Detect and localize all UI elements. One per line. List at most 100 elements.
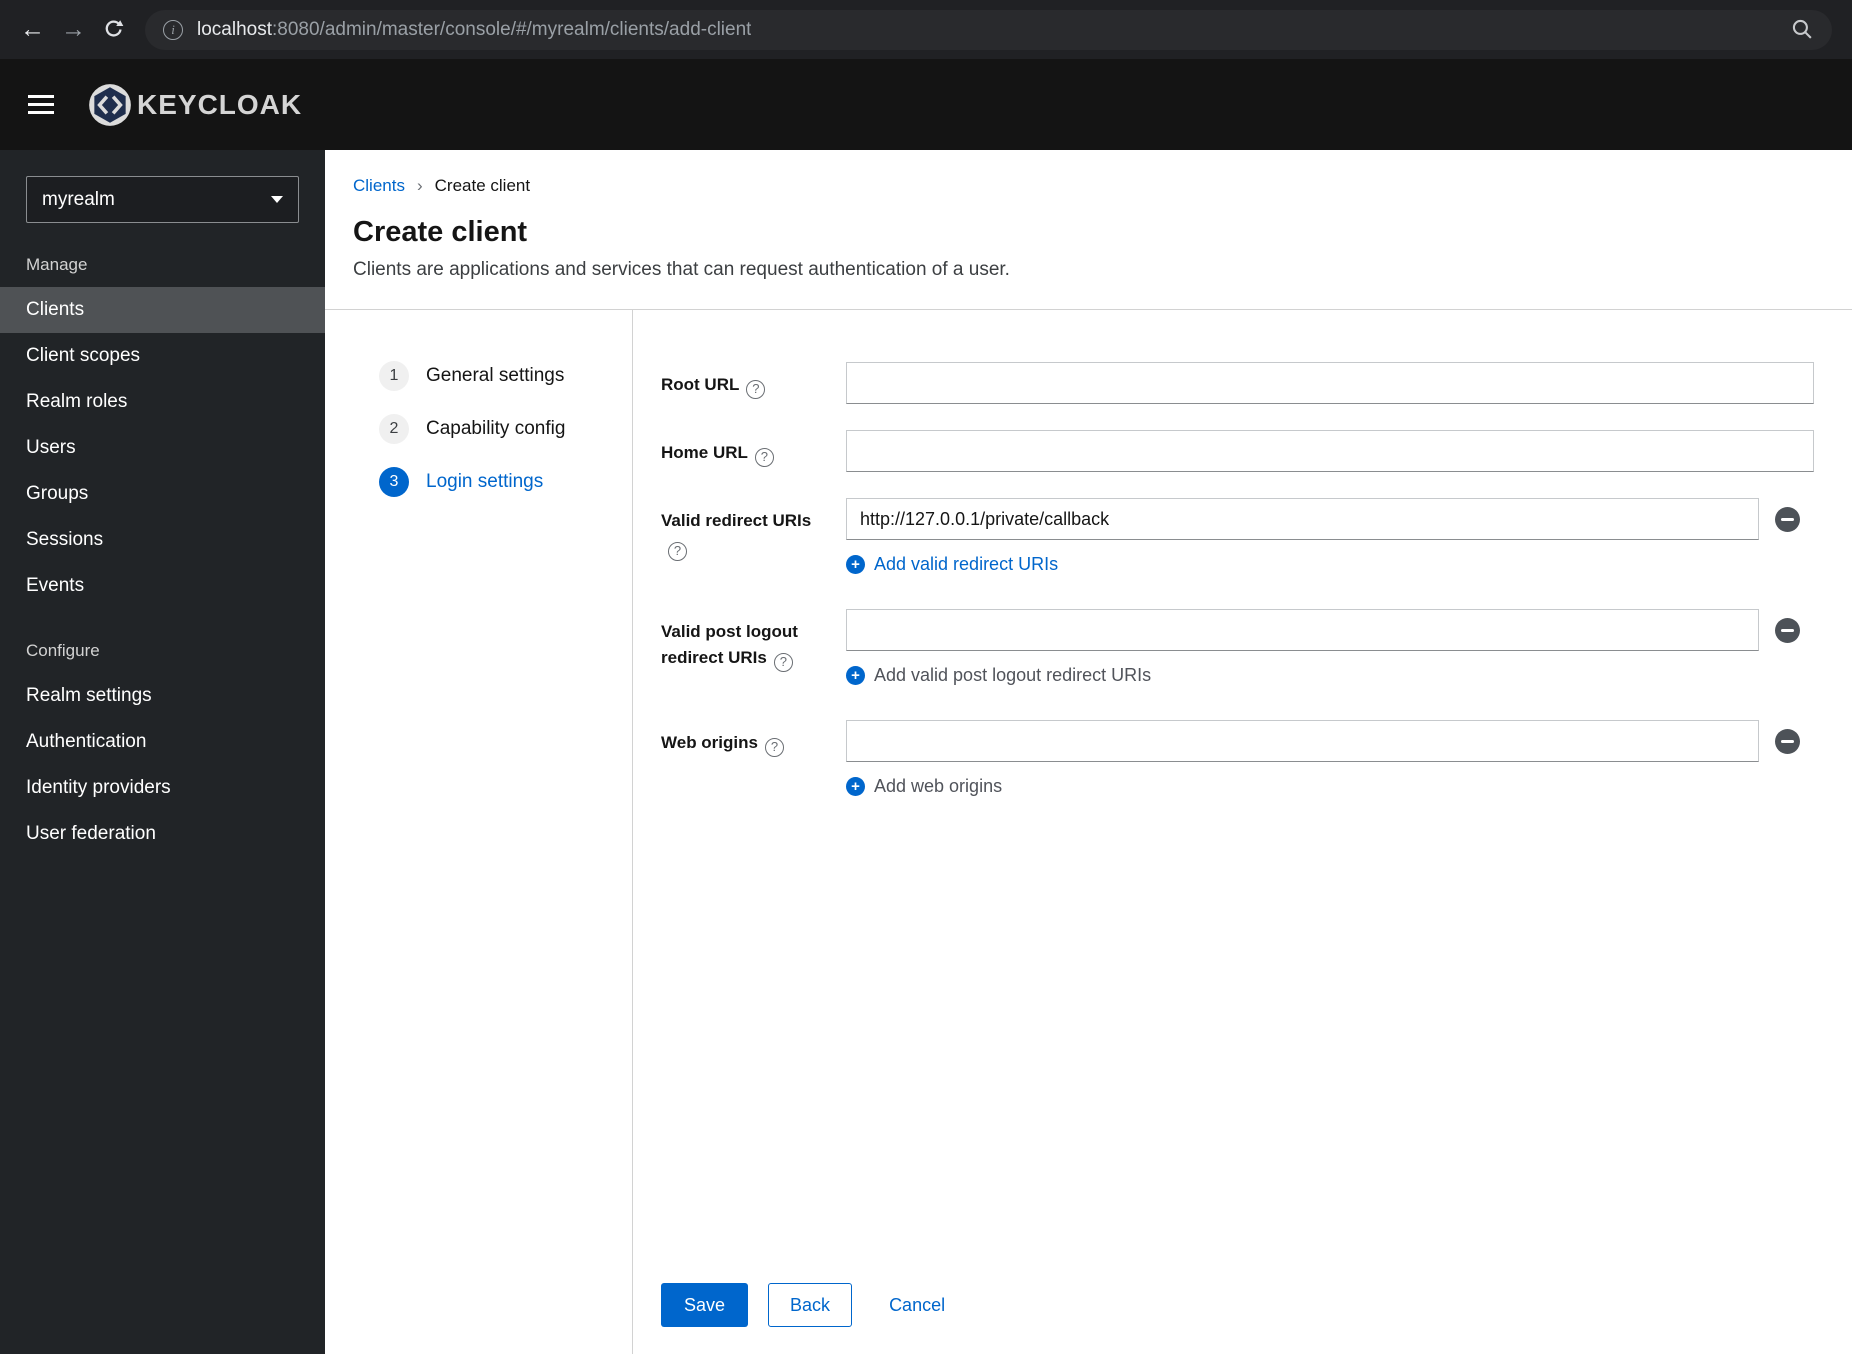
remove-web-origin-button[interactable] xyxy=(1775,728,1800,754)
add-web-origin-button[interactable]: + Add web origins xyxy=(846,776,1002,797)
sidebar-item-realm-roles[interactable]: Realm roles xyxy=(0,379,325,425)
save-button[interactable]: Save xyxy=(661,1283,749,1327)
root-url-input[interactable] xyxy=(846,362,1814,404)
root-url-label-text: Root URL xyxy=(661,375,740,394)
site-info-icon[interactable]: i xyxy=(163,19,183,40)
step-number: 1 xyxy=(379,361,409,391)
web-origins-label: Web origins? xyxy=(661,720,846,797)
wizard-body: 1 General settings 2 Capability config 3… xyxy=(325,310,1852,1354)
root-url-control xyxy=(846,362,1814,404)
browser-reload-icon[interactable] xyxy=(102,18,125,41)
web-origins-label-text: Web origins xyxy=(661,733,758,752)
plus-circle-icon: + xyxy=(846,555,865,574)
web-origin-input[interactable] xyxy=(846,720,1759,762)
add-post-logout-uri-button[interactable]: + Add valid post logout redirect URIs xyxy=(846,665,1151,686)
browser-chrome: ← → i localhost:8080/admin/master/consol… xyxy=(0,0,1852,59)
help-icon[interactable]: ? xyxy=(764,737,784,757)
hamburger-menu-icon[interactable] xyxy=(28,95,54,114)
home-url-label: Home URL? xyxy=(661,430,846,472)
sidebar-item-users[interactable]: Users xyxy=(0,425,325,471)
page-title: Create client xyxy=(353,216,528,248)
logo-text: KEYCLOAK xyxy=(137,88,303,120)
add-redirect-uri-label: Add valid redirect URIs xyxy=(874,554,1059,574)
url-text: localhost:8080/admin/master/console/#/my… xyxy=(197,19,751,41)
sidebar-item-authentication[interactable]: Authentication xyxy=(0,719,325,765)
form-row-redirect-uris: Valid redirect URIs? + Add valid redirec… xyxy=(661,498,1814,575)
home-url-control xyxy=(846,430,1814,472)
breadcrumb-clients-link[interactable]: Clients xyxy=(353,176,405,196)
browser-forward-icon[interactable]: → xyxy=(61,17,86,42)
post-logout-uris-label: Valid post logout redirect URIs? xyxy=(661,609,846,686)
redirect-uris-label: Valid redirect URIs? xyxy=(661,498,846,575)
sidebar-item-sessions[interactable]: Sessions xyxy=(0,517,325,563)
web-origins-control: + Add web origins xyxy=(846,720,1814,797)
step-number: 3 xyxy=(379,467,409,497)
sidebar-item-identity-providers[interactable]: Identity providers xyxy=(0,765,325,811)
step-label: Capability config xyxy=(426,418,566,439)
help-icon[interactable]: ? xyxy=(773,652,793,672)
post-logout-uri-row xyxy=(846,609,1814,651)
url-path: :8080/admin/master/console/#/myrealm/cli… xyxy=(272,18,752,40)
browser-back-icon[interactable]: ← xyxy=(20,17,45,42)
sidebar-item-groups[interactable]: Groups xyxy=(0,471,325,517)
sidebar-section-manage: Manage xyxy=(26,255,88,274)
wizard-step-capability-config[interactable]: 2 Capability config xyxy=(325,407,632,451)
page-header: Clients › Create client Create client Cl… xyxy=(325,150,1852,310)
help-icon[interactable]: ? xyxy=(668,541,687,561)
add-redirect-uri-button[interactable]: + Add valid redirect URIs xyxy=(846,554,1058,575)
home-url-input[interactable] xyxy=(846,430,1814,472)
step-label: Login settings xyxy=(426,471,544,492)
step-number: 2 xyxy=(379,414,409,444)
form-actions: Save Back Cancel xyxy=(661,1283,1814,1327)
back-button[interactable]: Back xyxy=(768,1283,853,1327)
post-logout-uris-control: + Add valid post logout redirect URIs xyxy=(846,609,1814,686)
realm-selector[interactable]: myrealm xyxy=(26,176,299,223)
plus-circle-icon: + xyxy=(846,777,865,796)
address-bar[interactable]: i localhost:8080/admin/master/console/#/… xyxy=(145,9,1832,50)
wizard-step-login-settings[interactable]: 3 Login settings xyxy=(325,460,632,504)
root-url-label: Root URL? xyxy=(661,362,846,404)
post-logout-uri-input[interactable] xyxy=(846,609,1759,651)
sidebar-item-client-scopes[interactable]: Client scopes xyxy=(0,333,325,379)
url-host: localhost xyxy=(197,18,272,40)
sidebar: myrealm Manage Clients Client scopes Rea… xyxy=(0,150,325,1354)
wizard-nav: 1 General settings 2 Capability config 3… xyxy=(325,310,633,1354)
add-post-logout-uri-label: Add valid post logout redirect URIs xyxy=(874,665,1152,685)
sidebar-section-configure: Configure xyxy=(26,641,100,660)
sidebar-item-events[interactable]: Events xyxy=(0,563,325,609)
keycloak-logo-icon xyxy=(89,83,131,126)
help-icon[interactable]: ? xyxy=(754,447,774,467)
plus-circle-icon: + xyxy=(846,666,865,685)
sidebar-item-user-federation[interactable]: User federation xyxy=(0,811,325,857)
remove-post-logout-uri-button[interactable] xyxy=(1775,617,1800,643)
main-content: Clients › Create client Create client Cl… xyxy=(325,150,1852,1354)
home-url-label-text: Home URL xyxy=(661,443,748,462)
remove-redirect-uri-button[interactable] xyxy=(1775,506,1800,532)
form-row-home-url: Home URL? xyxy=(661,430,1814,472)
app-body: myrealm Manage Clients Client scopes Rea… xyxy=(0,150,1852,1354)
step-label: General settings xyxy=(426,365,565,386)
redirect-uri-input[interactable] xyxy=(846,498,1759,540)
add-web-origin-label: Add web origins xyxy=(874,776,1003,796)
form-row-post-logout-uris: Valid post logout redirect URIs? + Add v… xyxy=(661,609,1814,686)
chevron-down-icon xyxy=(271,196,283,203)
page-subtitle: Clients are applications and services th… xyxy=(353,259,1010,280)
sidebar-item-clients[interactable]: Clients xyxy=(0,287,325,333)
cancel-button[interactable]: Cancel xyxy=(889,1295,945,1316)
realm-name: myrealm xyxy=(42,188,115,210)
sidebar-item-realm-settings[interactable]: Realm settings xyxy=(0,673,325,719)
redirect-uri-row xyxy=(846,498,1814,540)
keycloak-logo[interactable]: KEYCLOAK xyxy=(86,81,302,129)
breadcrumb-current: Create client xyxy=(434,176,531,195)
zoom-search-icon[interactable] xyxy=(1791,18,1814,41)
wizard-step-general-settings[interactable]: 1 General settings xyxy=(325,354,632,398)
app-masthead: KEYCLOAK xyxy=(0,59,1852,150)
login-settings-form: Root URL? Home URL? Valid redirect URIs?… xyxy=(633,310,1852,1354)
redirect-uris-label-text: Valid redirect URIs xyxy=(661,511,812,530)
form-row-web-origins: Web origins? + Add web origins xyxy=(661,720,1814,797)
breadcrumb: Clients › Create client xyxy=(353,176,1814,196)
redirect-uris-control: + Add valid redirect URIs xyxy=(846,498,1814,575)
form-row-root-url: Root URL? xyxy=(661,362,1814,404)
help-icon[interactable]: ? xyxy=(746,379,766,399)
web-origin-row xyxy=(846,720,1814,762)
